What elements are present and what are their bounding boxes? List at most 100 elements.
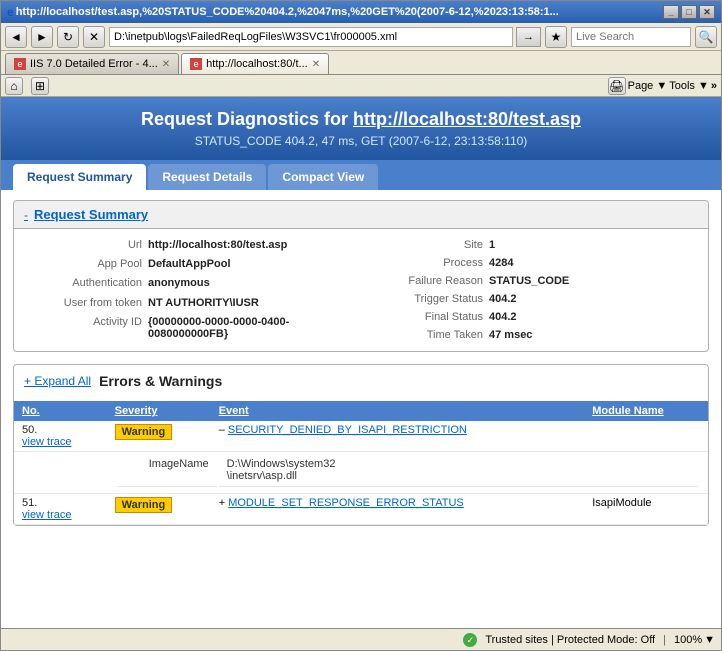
col-module[interactable]: Module Name: [584, 401, 708, 421]
forward-button[interactable]: ►: [31, 26, 53, 48]
request-summary-section: - Request Summary Url http://localhost:8…: [13, 200, 709, 352]
value-userfromtoken: NT AUTHORITY\IUSR: [148, 295, 359, 311]
summary-left-col: Url http://localhost:80/test.asp App Poo…: [22, 237, 359, 343]
view-trace-51[interactable]: view trace: [22, 509, 72, 521]
iis-page-header: Request Diagnostics for http://localhost…: [1, 97, 721, 160]
table-row: 50. view trace Warning – SECURITY_DENIED…: [14, 421, 708, 452]
tab-iis-error[interactable]: e IIS 7.0 Detailed Error - 4... ✕: [5, 53, 179, 74]
row-51-no: 51. view trace: [14, 494, 107, 525]
errors-warnings-section: + Expand All Errors & Warnings No. Sever…: [13, 364, 709, 526]
page-menu[interactable]: Page ▼: [628, 80, 668, 92]
value-activityid: {00000000-0000-0000-0400-0080000000FB}: [148, 314, 359, 342]
tab-label-1: IIS 7.0 Detailed Error - 4...: [30, 58, 158, 70]
row-50-event: – SECURITY_DENIED_BY_ISAPI_RESTRICTION: [211, 421, 585, 452]
browser-tabs: e IIS 7.0 Detailed Error - 4... ✕ e http…: [1, 51, 721, 75]
tab-close-2[interactable]: ✕: [312, 59, 320, 70]
minimize-button[interactable]: _: [663, 5, 679, 19]
close-button[interactable]: ✕: [699, 5, 715, 19]
section-title[interactable]: Request Summary: [34, 207, 148, 222]
row-51-event: + MODULE_SET_RESPONSE_ERROR_STATUS: [211, 494, 585, 525]
summary-right-col: Site 1 Process 4284 Failure Reason STATU…: [363, 237, 700, 343]
page-main-title: Request Diagnostics for http://localhost…: [21, 109, 701, 130]
search-input[interactable]: [571, 27, 691, 47]
sub-label-imagename: ImageName: [117, 456, 217, 487]
event-link-50[interactable]: SECURITY_DENIED_BY_ISAPI_RESTRICTION: [228, 424, 467, 436]
go-button[interactable]: →: [516, 27, 541, 47]
zoom-control[interactable]: 100% ▼: [674, 634, 715, 646]
errors-section-title: Errors & Warnings: [99, 373, 222, 389]
title-bar: e http://localhost/test.asp,%20STATUS_CO…: [1, 1, 721, 23]
row-51-module: IsapiModule: [584, 494, 708, 525]
tab-close-1[interactable]: ✕: [162, 59, 170, 70]
navigation-toolbar: ◄ ► ↻ ✕ → ★ 🔍: [1, 23, 721, 51]
back-button[interactable]: ◄: [5, 26, 27, 48]
trusted-text: Trusted sites | Protected Mode: Off: [485, 634, 655, 646]
home-button[interactable]: ⌂: [5, 77, 23, 95]
address-input[interactable]: [109, 27, 513, 47]
iis-tab-request-details[interactable]: Request Details: [148, 164, 266, 190]
row-50-severity: Warning: [107, 421, 211, 452]
label-url: Url: [22, 237, 142, 253]
label-failurereason: Failure Reason: [363, 273, 483, 289]
view-trace-50[interactable]: view trace: [22, 436, 72, 448]
row-50-sub-content: ImageName D:\Windows\system32\inetsrv\as…: [107, 452, 708, 494]
address-bar: →: [109, 27, 541, 47]
refresh-button[interactable]: ↻: [57, 26, 79, 48]
status-bar: ✓ Trusted sites | Protected Mode: Off | …: [1, 628, 721, 650]
label-site: Site: [363, 237, 483, 253]
iis-tab-request-summary[interactable]: Request Summary: [13, 164, 146, 190]
search-go-button[interactable]: 🔍: [695, 26, 717, 48]
value-apppool: DefaultAppPool: [148, 256, 359, 272]
col-no[interactable]: No.: [14, 401, 107, 421]
label-finalstatus: Final Status: [363, 309, 483, 325]
value-finalstatus: 404.2: [489, 309, 700, 325]
warning-badge-51: Warning: [115, 497, 173, 513]
value-url: http://localhost:80/test.asp: [148, 237, 359, 253]
row-50-no: 50. view trace: [14, 421, 107, 452]
page-content: Request Diagnostics for http://localhost…: [1, 97, 721, 628]
tab-favicon-1: e: [14, 58, 26, 70]
event-link-51[interactable]: MODULE_SET_RESPONSE_ERROR_STATUS: [228, 497, 464, 509]
value-timetaken: 47 msec: [489, 327, 700, 343]
label-process: Process: [363, 255, 483, 271]
window-title: http://localhost/test.asp,%20STATUS_CODE…: [16, 6, 663, 18]
zoom-arrow: ▼: [704, 634, 715, 646]
summary-grid: Url http://localhost:80/test.asp App Poo…: [14, 229, 708, 351]
iis-tab-compact-view[interactable]: Compact View: [268, 164, 378, 190]
label-activityid: Activity ID: [22, 314, 142, 330]
iis-tab-bar: Request Summary Request Details Compact …: [1, 160, 721, 190]
feeds-button[interactable]: ⊞: [31, 77, 49, 95]
value-site: 1: [489, 237, 700, 253]
expand-all-button[interactable]: + Expand All: [24, 374, 91, 388]
browser-window: e http://localhost/test.asp,%20STATUS_CO…: [0, 0, 722, 651]
trusted-icon: ✓: [463, 633, 477, 647]
page-subtitle: STATUS_CODE 404.2, 47 ms, GET (2007-6-12…: [21, 134, 701, 148]
tab-localhost[interactable]: e http://localhost:80/t... ✕: [181, 53, 329, 74]
row-50-module: [584, 421, 708, 452]
stop-button[interactable]: ✕: [83, 26, 105, 48]
window-controls: _ □ ✕: [663, 5, 715, 19]
menu-bar: ⌂ ⊞ 🖨 Page ▼ Tools ▼ »: [1, 75, 721, 97]
row-51-severity: Warning: [107, 494, 211, 525]
col-severity[interactable]: Severity: [107, 401, 211, 421]
maximize-button[interactable]: □: [681, 5, 697, 19]
label-triggerstatus: Trigger Status: [363, 291, 483, 307]
value-process: 4284: [489, 255, 700, 271]
table-row: 51. view trace Warning + MODULE_SET_RESP…: [14, 494, 708, 525]
value-failurereason: STATUS_CODE: [489, 273, 700, 289]
print-icon[interactable]: 🖨: [608, 77, 626, 95]
value-triggerstatus: 404.2: [489, 291, 700, 307]
favorites-button[interactable]: ★: [545, 26, 567, 48]
tab-label-2: http://localhost:80/t...: [206, 58, 308, 70]
header-url-link[interactable]: http://localhost:80/test.asp: [353, 109, 581, 129]
sub-value-imagename: D:\Windows\system32\inetsrv\asp.dll: [219, 456, 698, 487]
col-event[interactable]: Event: [211, 401, 585, 421]
section-header: - Request Summary: [14, 201, 708, 229]
double-arrow: »: [711, 80, 717, 92]
ie-logo: e: [7, 5, 14, 19]
tab-favicon-2: e: [190, 58, 202, 70]
tools-menu[interactable]: Tools ▼: [669, 80, 709, 92]
zoom-level: 100%: [674, 634, 702, 646]
value-auth: anonymous: [148, 275, 359, 291]
collapse-button[interactable]: -: [24, 208, 28, 222]
